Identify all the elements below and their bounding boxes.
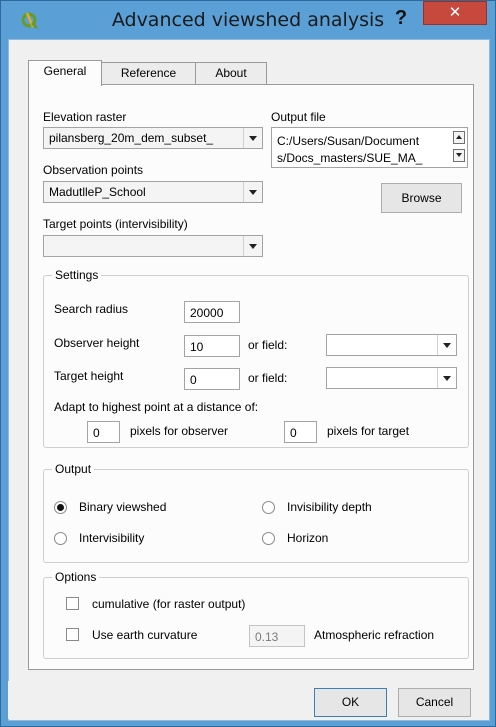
target-height-label: Target height bbox=[54, 369, 124, 383]
elevation-raster-label: Elevation raster bbox=[43, 110, 127, 124]
close-button[interactable]: ✕ bbox=[423, 1, 487, 25]
elevation-raster-value: pilansberg_20m_dem_subset_ bbox=[49, 131, 214, 145]
scroll-down-icon[interactable] bbox=[453, 149, 465, 162]
options-group-title: Options bbox=[52, 570, 100, 584]
observer-height-input[interactable]: 10 bbox=[184, 335, 240, 357]
horizon-radio[interactable] bbox=[262, 532, 275, 545]
observer-height-field-combo[interactable] bbox=[326, 334, 457, 356]
observer-pixels-label: pixels for observer bbox=[130, 424, 229, 438]
earth-curvature-checkbox[interactable] bbox=[66, 628, 79, 641]
target-height-input[interactable]: 0 bbox=[184, 368, 240, 390]
chevron-down-icon[interactable] bbox=[243, 182, 262, 202]
search-radius-label: Search radius bbox=[54, 302, 129, 316]
target-or-field-label: or field: bbox=[248, 371, 288, 385]
observer-height-value: 10 bbox=[190, 340, 204, 354]
target-points-combo[interactable] bbox=[43, 235, 263, 257]
window-title: Advanced viewshed analysis bbox=[111, 9, 385, 31]
tab-general[interactable]: General bbox=[28, 60, 102, 86]
chevron-down-icon[interactable] bbox=[437, 368, 456, 388]
observation-points-combo[interactable]: MadutlleP_School bbox=[43, 181, 263, 203]
output-group: Output bbox=[43, 462, 469, 563]
tab-reference[interactable]: Reference bbox=[100, 62, 197, 85]
refraction-input[interactable]: 0.13 bbox=[249, 625, 305, 647]
observation-points-value: MadutlleP_School bbox=[49, 185, 146, 199]
cancel-button[interactable]: Cancel bbox=[398, 688, 471, 717]
help-button[interactable]: ? bbox=[388, 5, 414, 31]
observer-height-label: Observer height bbox=[54, 336, 140, 350]
output-group-title: Output bbox=[52, 462, 95, 476]
ok-button[interactable]: OK bbox=[314, 688, 387, 717]
refraction-value: 0.13 bbox=[255, 630, 279, 644]
intervisibility-label: Intervisibility bbox=[79, 531, 145, 545]
horizon-label: Horizon bbox=[287, 531, 329, 545]
output-file-label: Output file bbox=[271, 110, 326, 124]
search-radius-input[interactable]: 20000 bbox=[184, 301, 240, 323]
observation-points-label: Observation points bbox=[43, 163, 144, 177]
target-height-field-combo[interactable] bbox=[326, 367, 457, 389]
target-pixels-input[interactable]: 0 bbox=[284, 421, 317, 443]
settings-group-title: Settings bbox=[52, 268, 102, 282]
tab-about[interactable]: About bbox=[195, 62, 267, 85]
observer-pixels-value: 0 bbox=[93, 426, 100, 440]
target-pixels-label: pixels for target bbox=[327, 424, 410, 438]
observer-or-field-label: or field: bbox=[248, 338, 288, 352]
chevron-down-icon[interactable] bbox=[437, 335, 456, 355]
earth-curvature-label: Use earth curvature bbox=[92, 628, 198, 642]
invisibility-depth-label: Invisibility depth bbox=[287, 500, 372, 514]
browse-button[interactable]: Browse bbox=[381, 183, 462, 213]
chevron-down-icon[interactable] bbox=[243, 236, 262, 256]
output-file-line-2: s/Docs_masters/SUE_MA_ bbox=[277, 151, 423, 165]
refraction-label: Atmospheric refraction bbox=[314, 628, 435, 642]
output-file-line-1: C:/Users/Susan/Document bbox=[277, 134, 420, 148]
cumulative-checkbox[interactable] bbox=[66, 597, 79, 610]
title-bar[interactable]: Advanced viewshed analysis ? ✕ bbox=[1, 1, 495, 39]
output-file-field[interactable]: C:/Users/Susan/Document s/Docs_masters/S… bbox=[271, 127, 468, 168]
elevation-raster-combo[interactable]: pilansberg_20m_dem_subset_ bbox=[43, 127, 263, 149]
cumulative-label: cumulative (for raster output) bbox=[92, 597, 246, 611]
adapt-highest-point-label: Adapt to highest point at a distance of: bbox=[54, 400, 259, 414]
binary-viewshed-radio[interactable] bbox=[54, 501, 67, 514]
scroll-up-icon[interactable] bbox=[453, 131, 465, 144]
target-height-value: 0 bbox=[190, 373, 197, 387]
target-points-label: Target points (intervisibility) bbox=[43, 217, 188, 231]
target-pixels-value: 0 bbox=[290, 426, 297, 440]
invisibility-depth-radio[interactable] bbox=[262, 501, 275, 514]
search-radius-value: 20000 bbox=[190, 306, 224, 320]
observer-pixels-input[interactable]: 0 bbox=[87, 421, 120, 443]
intervisibility-radio[interactable] bbox=[54, 532, 67, 545]
chevron-down-icon[interactable] bbox=[243, 128, 262, 148]
binary-viewshed-label: Binary viewshed bbox=[79, 500, 167, 514]
output-file-text: C:/Users/Susan/Document s/Docs_masters/S… bbox=[277, 133, 449, 167]
